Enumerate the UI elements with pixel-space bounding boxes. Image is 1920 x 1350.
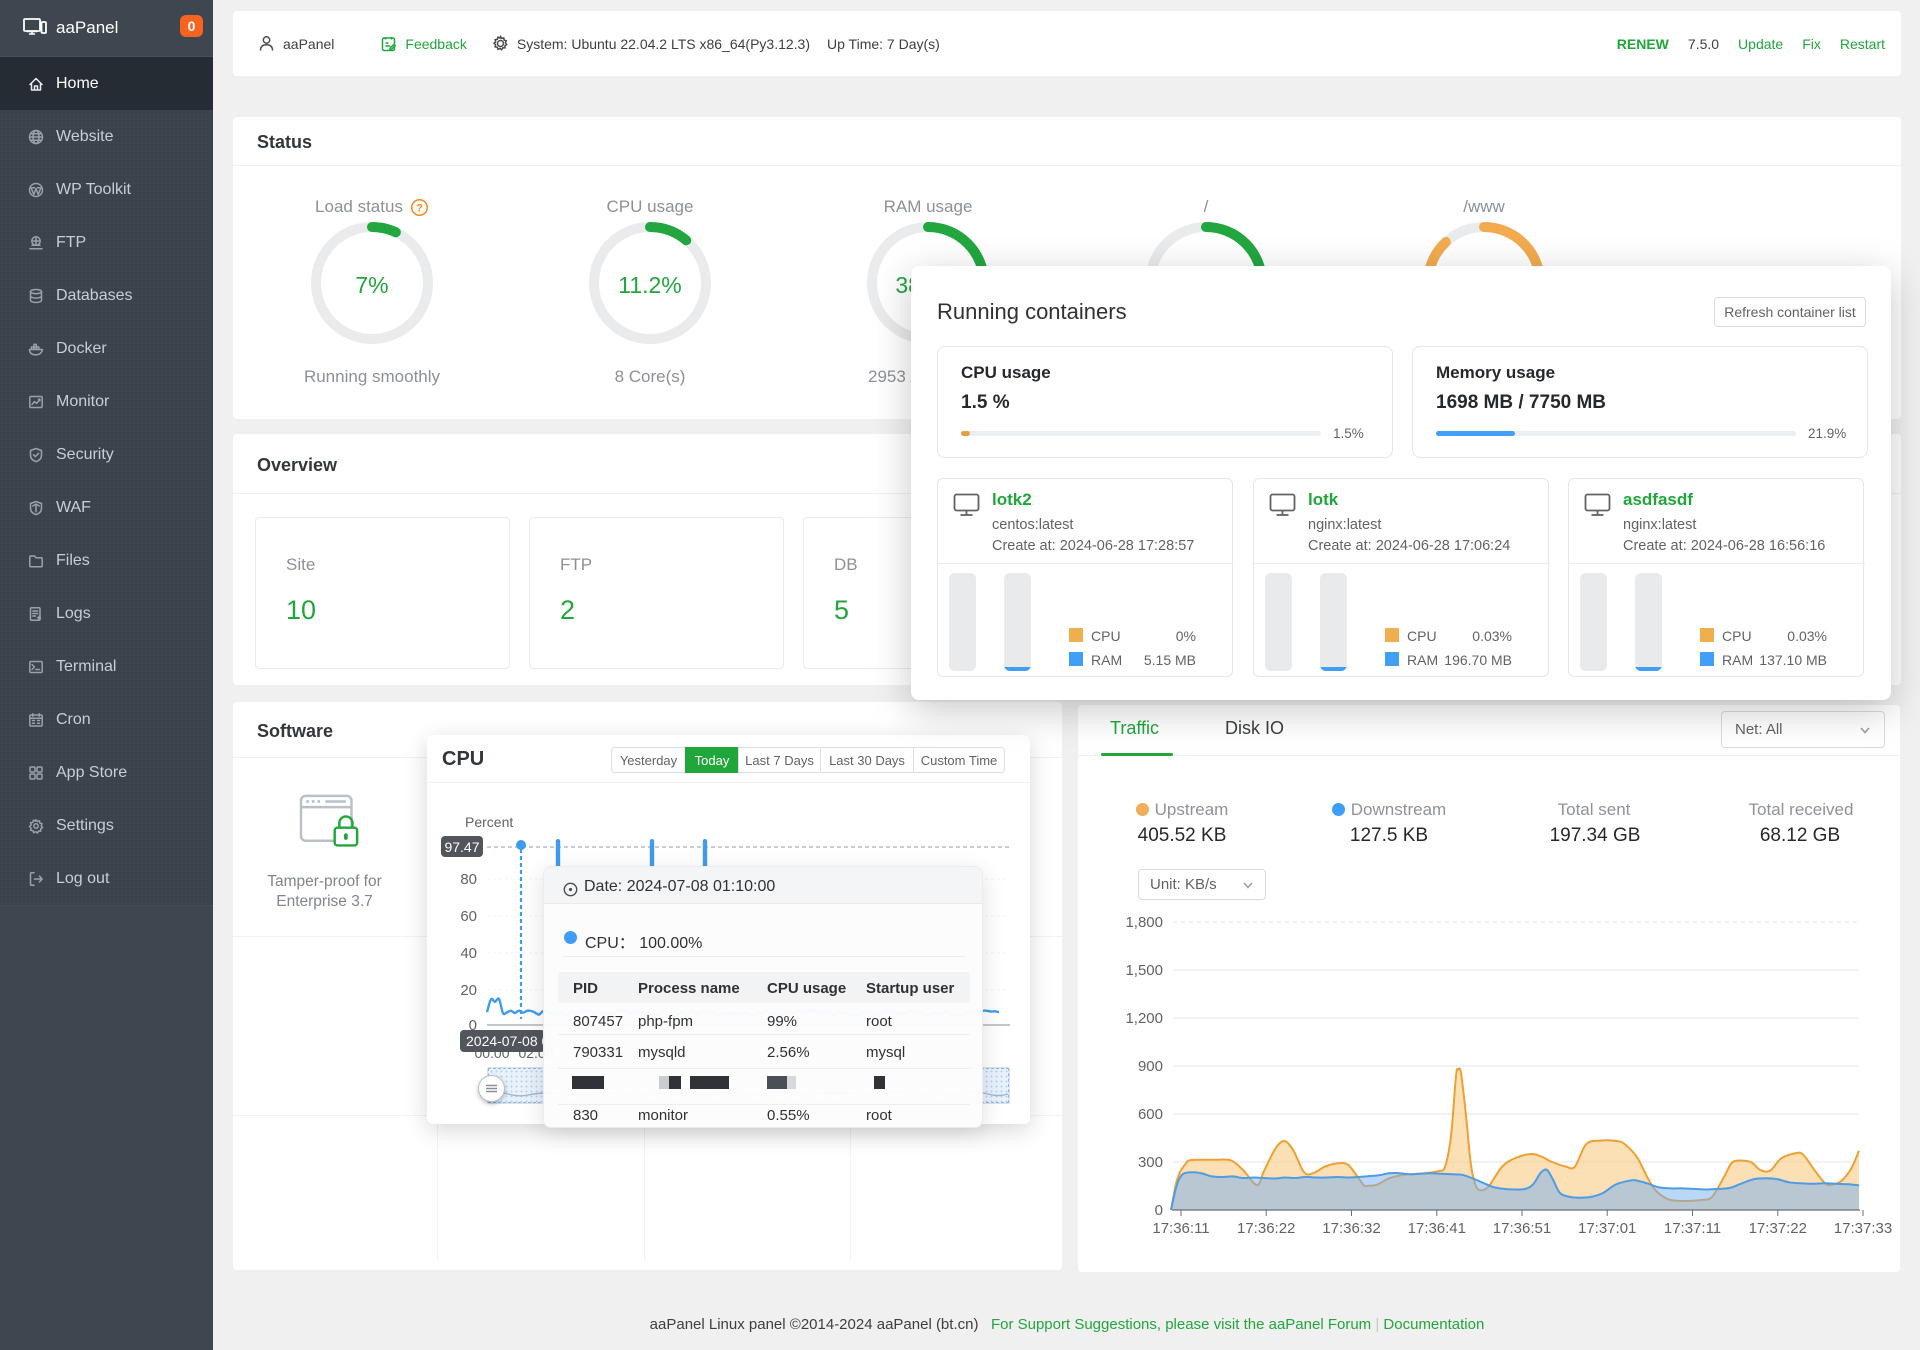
svg-text:1,500: 1,500 (1125, 962, 1163, 979)
svg-text:17:36:41: 17:36:41 (1408, 1220, 1466, 1237)
svg-text:40: 40 (460, 945, 477, 962)
svg-text:?: ? (416, 202, 423, 214)
svg-text:17:37:11: 17:37:11 (1664, 1220, 1721, 1237)
svg-text:17:36:51: 17:36:51 (1493, 1220, 1551, 1237)
svg-text:60: 60 (460, 908, 477, 925)
svg-text:600: 600 (1138, 1106, 1163, 1123)
svg-text:20: 20 (460, 982, 477, 999)
svg-text:17:37:01: 17:37:01 (1578, 1220, 1636, 1237)
svg-text:900: 900 (1138, 1058, 1163, 1075)
svg-text:0: 0 (1155, 1202, 1163, 1219)
svg-text:300: 300 (1138, 1154, 1163, 1171)
svg-text:17:36:11: 17:36:11 (1152, 1220, 1209, 1237)
svg-text:17:37:22: 17:37:22 (1749, 1220, 1807, 1237)
svg-text:1,800: 1,800 (1125, 914, 1163, 931)
svg-text:80: 80 (460, 871, 477, 888)
svg-text:1,200: 1,200 (1125, 1010, 1163, 1027)
svg-text:17:36:22: 17:36:22 (1237, 1220, 1295, 1237)
svg-text:17:36:32: 17:36:32 (1322, 1220, 1380, 1237)
svg-text:17:37:33: 17:37:33 (1834, 1220, 1892, 1237)
